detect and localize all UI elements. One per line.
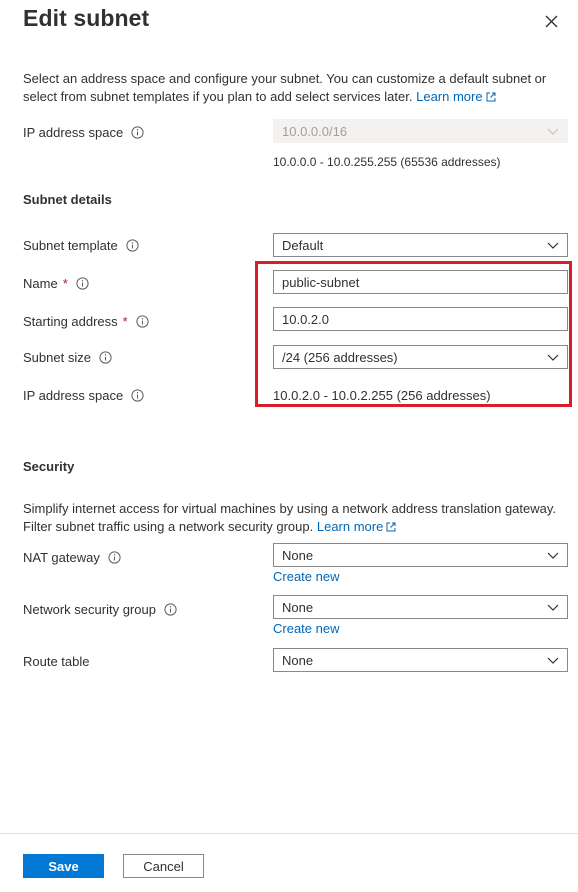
- highlight-box: [255, 261, 572, 407]
- info-icon[interactable]: [131, 389, 144, 402]
- subnet-template-select[interactable]: Default: [273, 233, 568, 257]
- external-link-icon: [486, 92, 496, 102]
- save-button[interactable]: Save: [23, 854, 104, 878]
- chevron-down-icon: [547, 128, 559, 135]
- required-asterisk: *: [122, 314, 128, 329]
- footer-divider: [0, 833, 578, 834]
- security-text: Simplify internet access for virtual mac…: [23, 501, 557, 534]
- chevron-down-icon: [547, 657, 559, 664]
- subnet-details-heading: Subnet details: [23, 192, 112, 207]
- nsg-create-new-link[interactable]: Create new: [273, 621, 339, 636]
- chevron-down-icon: [547, 242, 559, 249]
- external-link-icon: [386, 522, 396, 532]
- info-icon[interactable]: [164, 603, 177, 616]
- address-space-label: IP address space: [23, 125, 144, 140]
- nsg-select[interactable]: None: [273, 595, 568, 619]
- route-table-select[interactable]: None: [273, 648, 568, 672]
- edit-subnet-panel: Edit subnet Select an address space and …: [0, 0, 578, 892]
- address-space-select[interactable]: 10.0.0.0/16: [273, 119, 568, 143]
- subnet-ip-space-label: IP address space: [23, 388, 144, 403]
- info-icon[interactable]: [136, 315, 149, 328]
- name-label: Name *: [23, 276, 89, 291]
- info-icon[interactable]: [76, 277, 89, 290]
- subnet-template-label: Subnet template: [23, 238, 139, 253]
- security-learn-more-link[interactable]: Learn more: [317, 519, 383, 534]
- address-space-range: 10.0.0.0 - 10.0.255.255 (65536 addresses…: [273, 155, 501, 169]
- nat-create-new-link[interactable]: Create new: [273, 569, 339, 584]
- panel-title: Edit subnet: [23, 5, 150, 31]
- security-description: Simplify internet access for virtual mac…: [23, 500, 558, 536]
- learn-more-link[interactable]: Learn more: [416, 89, 482, 104]
- info-icon[interactable]: [131, 126, 144, 139]
- chevron-down-icon: [547, 552, 559, 559]
- cancel-button[interactable]: Cancel: [123, 854, 204, 878]
- security-heading: Security: [23, 459, 75, 474]
- subnet-size-label: Subnet size: [23, 350, 112, 365]
- info-icon[interactable]: [108, 551, 121, 564]
- info-icon[interactable]: [126, 239, 139, 252]
- close-icon[interactable]: [540, 10, 562, 32]
- info-icon[interactable]: [99, 351, 112, 364]
- intro-description: Select an address space and configure yo…: [23, 70, 558, 106]
- chevron-down-icon: [547, 604, 559, 611]
- nat-gateway-select[interactable]: None: [273, 543, 568, 567]
- route-table-label: Route table: [23, 654, 90, 669]
- required-asterisk: *: [62, 276, 68, 291]
- nsg-label: Network security group: [23, 602, 177, 617]
- nat-gateway-label: NAT gateway: [23, 550, 121, 565]
- starting-address-label: Starting address *: [23, 314, 149, 329]
